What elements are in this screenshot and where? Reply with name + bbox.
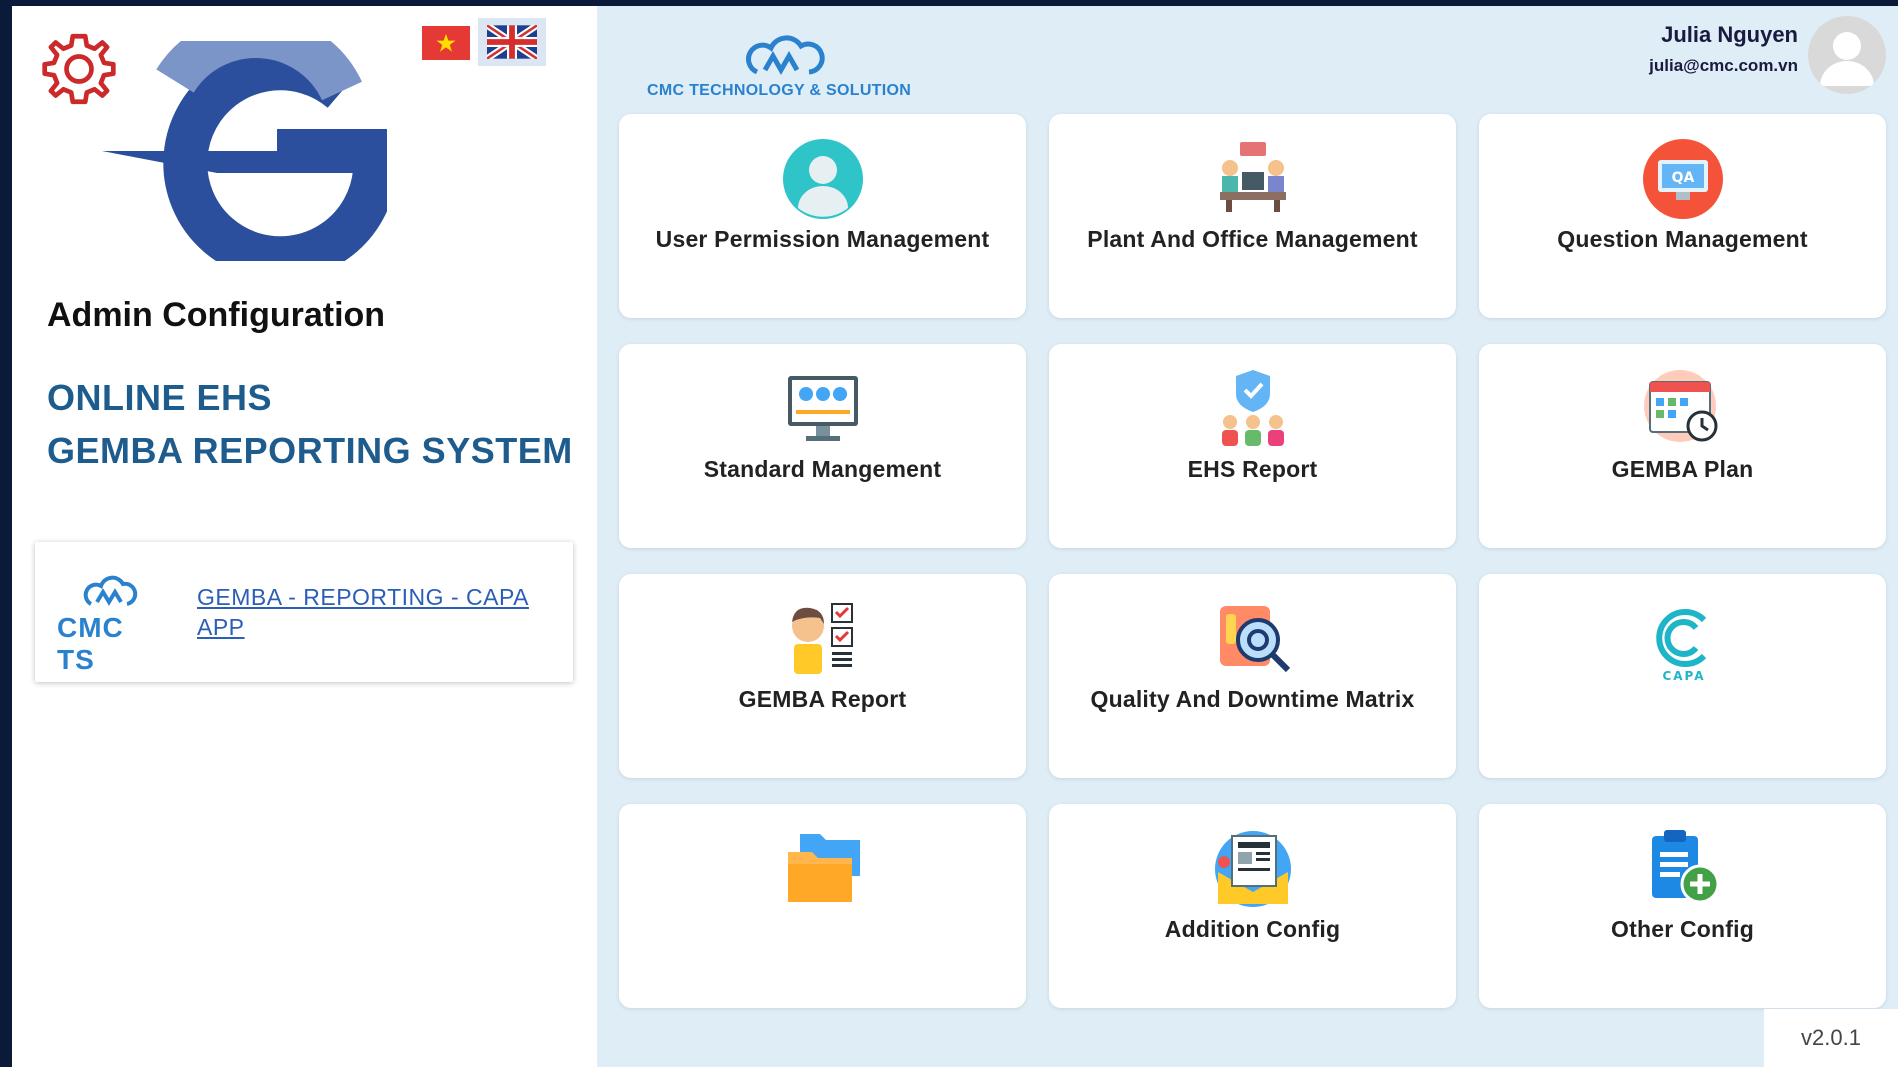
sidebar: Admin Configuration ONLINE EHS GEMBA REP… [12,6,597,1067]
dashboard-monitor-icon [787,376,858,441]
tile-label: Quality And Downtime Matrix [1090,686,1415,712]
tile-user-permission[interactable]: User Permission Management [619,114,1026,318]
cmc-ts-text: CMC TS [57,612,124,675]
qa-monitor-icon: QA [1642,139,1723,219]
brand-logo: CMC TECHNOLOGY & SOLUTION [647,26,927,104]
tile-folder[interactable] [619,804,1026,1008]
main-content: CMC TECHNOLOGY & SOLUTION Julia Nguyen j… [597,6,1898,1067]
tile-addition-config[interactable]: Addition Config [1049,804,1456,1008]
avatar[interactable] [1808,16,1886,94]
system-title-line2: GEMBA REPORTING SYSTEM [47,430,573,471]
clipboard-add-icon [1651,830,1719,904]
vietnam-flag-icon[interactable] [422,26,470,60]
page-title: Admin Configuration [47,296,386,334]
version-label: v2.0.1 [1764,1009,1898,1067]
capa-logo-text: CAPA [1662,669,1705,682]
gemba-g-logo [102,41,387,261]
tile-quality-downtime[interactable]: Quality And Downtime Matrix [1049,574,1456,778]
system-title: ONLINE EHS GEMBA REPORTING SYSTEM [47,371,573,477]
capa-logo-icon: CAPA [1655,609,1706,682]
folder-icon [787,834,860,902]
tile-label: GEMBA Report [738,686,907,712]
gemba-reporting-capa-app-link[interactable]: GEMBA - REPORTING - CAPA APP [197,582,557,642]
window-frame-left [0,0,12,1067]
user-avatar-icon [1820,32,1874,86]
tile-label: Other Config [1611,916,1754,942]
tile-label: Standard Mangement [703,456,942,482]
app-link-card: CMC TS GEMBA - REPORTING - CAPA APP [35,542,573,682]
newsletter-icon [1214,831,1291,907]
tile-gemba-plan[interactable]: GEMBA Plan [1479,344,1886,548]
brand-text: CMC TECHNOLOGY & SOLUTION [647,82,912,99]
tile-standard-management[interactable]: Standard Mangement [619,344,1026,548]
tile-label: Question Management [1557,226,1808,252]
cmc-cloud-icon [746,35,825,76]
tile-gemba-report[interactable]: GEMBA Report [619,574,1026,778]
tile-label: EHS Report [1187,456,1318,482]
office-meeting-icon [1219,142,1286,212]
user-email: julia@cmc.com.vn [1649,56,1798,75]
svg-text:QA: QA [1671,170,1694,186]
shield-team-icon [1221,370,1284,446]
tile-ehs-report[interactable]: EHS Report [1049,344,1456,548]
checklist-person-icon [791,603,853,674]
tile-label: Plant And Office Management [1087,226,1418,252]
uk-flag-icon[interactable] [478,18,546,66]
tile-plant-office[interactable]: Plant And Office Management [1049,114,1456,318]
cloud-logo-icon [83,575,138,606]
magnifier-gear-icon [1219,606,1290,673]
tile-label: GEMBA Plan [1611,456,1754,482]
tile-other-config[interactable]: Other Config [1479,804,1886,1008]
cmc-ts-logo: CMC TS [57,568,167,675]
user-name: Julia Nguyen [1661,22,1798,47]
tile-label: Addition Config [1164,916,1341,942]
user-icon [782,139,863,219]
tile-question-management[interactable]: QA Question Management [1479,114,1886,318]
calendar-clock-icon [1643,370,1717,442]
user-info[interactable]: Julia Nguyen julia@cmc.com.vn [1649,22,1798,76]
system-title-line1: ONLINE EHS [47,377,273,418]
tile-label: User Permission Management [655,226,990,252]
tile-capa[interactable]: CAPA [1479,574,1886,778]
